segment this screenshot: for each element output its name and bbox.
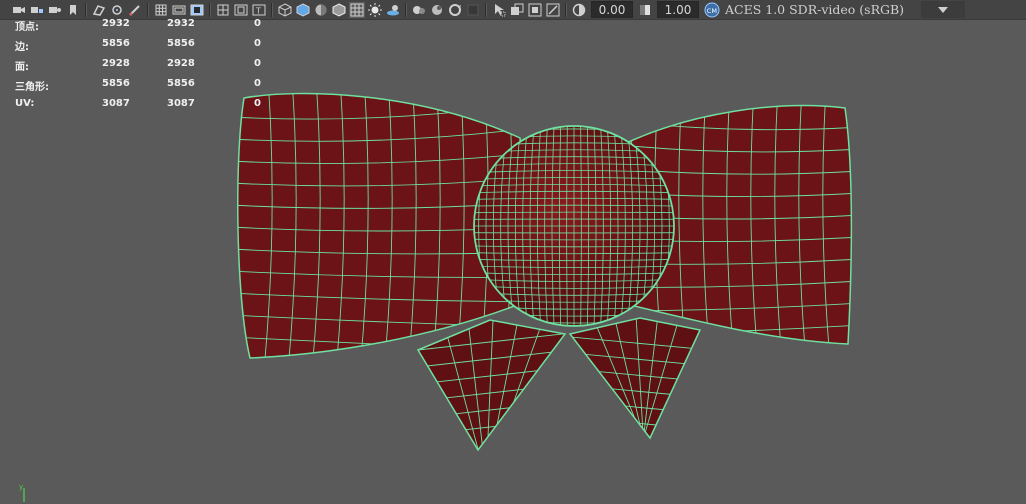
chevron-down-icon bbox=[938, 6, 948, 13]
toolbar-separator bbox=[485, 2, 487, 17]
toolbar-separator bbox=[405, 2, 407, 17]
shadows-icon[interactable] bbox=[385, 2, 401, 18]
gamma-field[interactable]: 1.00 bbox=[657, 1, 699, 18]
film-gate-icon[interactable] bbox=[171, 2, 187, 18]
hud-label: 面: bbox=[15, 62, 29, 73]
axis-y-label: y bbox=[19, 484, 23, 491]
svg-text:T: T bbox=[255, 6, 261, 15]
grease-pencil-icon[interactable] bbox=[127, 2, 143, 18]
exposure-field[interactable]: 0.00 bbox=[591, 1, 633, 18]
backface-icon[interactable] bbox=[545, 2, 561, 18]
xray-active-icon[interactable] bbox=[527, 2, 543, 18]
hud-value: 0 bbox=[254, 58, 261, 69]
camera-attr-icon[interactable] bbox=[47, 2, 63, 18]
gamma-icon[interactable] bbox=[637, 2, 653, 18]
color-management-icon[interactable]: CM bbox=[704, 2, 720, 18]
grid-icon[interactable] bbox=[153, 2, 169, 18]
shaded-wireframe-icon[interactable] bbox=[331, 2, 347, 18]
safe-action-icon[interactable] bbox=[233, 2, 249, 18]
wireframe-icon[interactable] bbox=[277, 2, 293, 18]
anti-alias-icon[interactable] bbox=[447, 2, 463, 18]
safe-title-icon[interactable]: T bbox=[251, 2, 267, 18]
camera-icon[interactable] bbox=[11, 2, 27, 18]
bow-center-knot bbox=[473, 125, 675, 327]
smooth-shade-icon[interactable] bbox=[295, 2, 311, 18]
hud-value: 2928 bbox=[167, 58, 195, 69]
xray-icon[interactable] bbox=[349, 1, 365, 18]
hud-value: 0 bbox=[254, 38, 261, 49]
hud-label: UV: bbox=[15, 98, 35, 109]
hud-value: 3087 bbox=[102, 98, 130, 109]
bow-tail-left bbox=[416, 319, 567, 452]
hud-value: 0 bbox=[254, 78, 261, 89]
hud-label: 三角形: bbox=[15, 82, 49, 93]
sync-icon[interactable] bbox=[109, 2, 125, 18]
toolbar-separator bbox=[85, 2, 87, 17]
camera-lock-icon[interactable] bbox=[29, 2, 45, 18]
hud-value: 5856 bbox=[167, 38, 195, 49]
colorspace-select[interactable]: ACES 1.0 SDR-video (sRGB) bbox=[725, 1, 921, 18]
panel-toolbar: T 0.00 1.00 CM ACES 1.0 SDR-video (sRGB) bbox=[0, 0, 1026, 20]
hud-value: 5856 bbox=[102, 38, 130, 49]
gate-mask-icon[interactable] bbox=[215, 2, 231, 18]
hud-value: 2928 bbox=[102, 58, 130, 69]
ambient-occlusion-icon[interactable] bbox=[411, 2, 427, 18]
hud-value: 2932 bbox=[102, 18, 130, 29]
hud-value: 2932 bbox=[167, 18, 195, 29]
hud-value: 3087 bbox=[167, 98, 195, 109]
resolution-gate-icon[interactable] bbox=[189, 2, 205, 18]
hud-label: 边: bbox=[15, 42, 29, 53]
viewport-3d[interactable] bbox=[0, 20, 1026, 504]
colorspace-dropdown-button[interactable] bbox=[921, 1, 965, 18]
svg-text:CM: CM bbox=[707, 7, 717, 15]
toolbar-separator bbox=[271, 2, 273, 17]
bow-tail-right bbox=[568, 317, 702, 440]
isolate-select-icon[interactable] bbox=[491, 2, 507, 18]
toolbar-separator bbox=[147, 2, 149, 17]
axis-gizmo: y bbox=[19, 484, 25, 502]
hud-value: 5856 bbox=[167, 78, 195, 89]
motion-blur-icon[interactable] bbox=[429, 2, 445, 18]
use-lights-icon[interactable] bbox=[367, 2, 383, 18]
default-material-icon[interactable] bbox=[313, 2, 329, 18]
exposure-icon[interactable] bbox=[571, 2, 587, 18]
hud-label: 顶点: bbox=[15, 22, 39, 33]
hud-value: 0 bbox=[254, 98, 261, 109]
bookmark-icon[interactable] bbox=[65, 2, 81, 18]
image-plane-icon[interactable] bbox=[91, 2, 107, 18]
toolbar-separator bbox=[209, 2, 211, 17]
depth-of-field-icon[interactable] bbox=[465, 2, 481, 18]
hud-value: 5856 bbox=[102, 78, 130, 89]
xray-joints-icon[interactable] bbox=[509, 2, 525, 18]
toolbar-separator bbox=[565, 2, 567, 17]
hud-value: 0 bbox=[254, 18, 261, 29]
